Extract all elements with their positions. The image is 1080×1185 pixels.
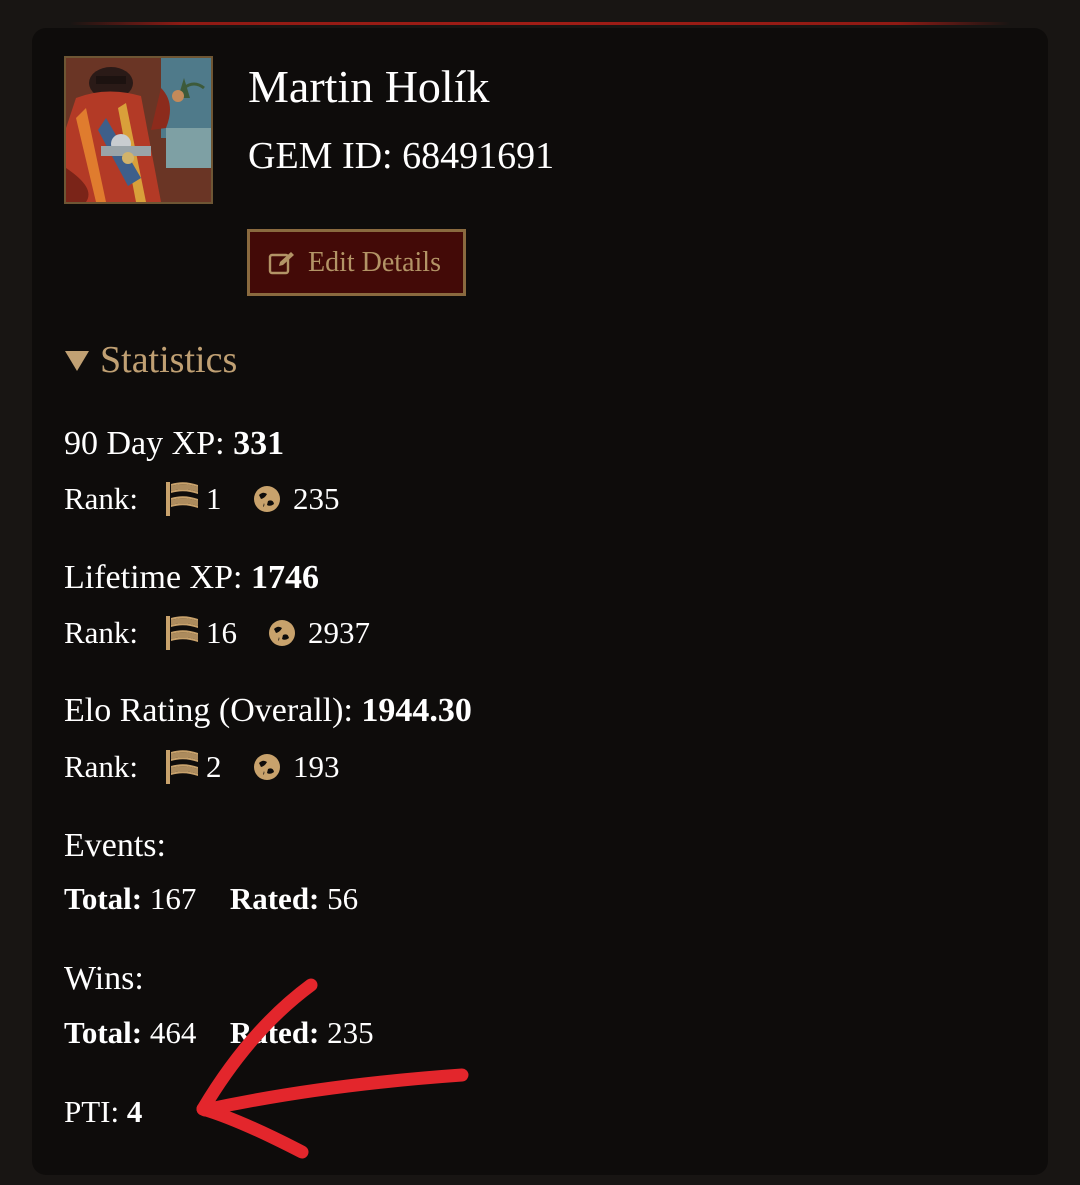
- gem-id: GEM ID: 68491691: [248, 135, 555, 177]
- rank-label: Rank:: [64, 481, 139, 516]
- wins-heading: Wins:: [64, 960, 144, 997]
- wins-total-label: Total:: [64, 1015, 143, 1050]
- statistics-heading: Statistics: [100, 339, 238, 381]
- triangle-down-icon: [64, 337, 90, 383]
- edit-details-label: Edit Details: [308, 246, 441, 278]
- globe-icon: [268, 619, 296, 647]
- xp-90-day-line: 90 Day XP: 331: [64, 424, 284, 464]
- flag-icon: [164, 480, 202, 518]
- globe-icon: [253, 753, 281, 781]
- lifetime-xp-value: 1746: [250, 559, 319, 596]
- flag-icon: [164, 614, 202, 652]
- player-name: Martin Holík: [248, 61, 490, 112]
- events-total-value: 167: [149, 881, 197, 916]
- edit-pencil-icon: [268, 250, 296, 276]
- pti-value: 4: [126, 1094, 143, 1129]
- top-accent-rule: [70, 22, 1010, 25]
- rank-label: Rank:: [64, 615, 139, 650]
- rank-global-value: 235: [293, 481, 340, 516]
- rank-label: Rank:: [64, 749, 139, 784]
- elo-line: Elo Rating (Overall): 1944.30: [64, 691, 472, 731]
- events-rated-label: Rated:: [229, 881, 320, 916]
- elo-value: 1944.30: [361, 692, 472, 729]
- lifetime-xp-label: Lifetime XP:: [64, 559, 243, 596]
- wins-counts: Total: 464 Rated: 235: [64, 1014, 374, 1052]
- rank-regional-value: 1: [206, 481, 222, 516]
- statistics-toggle[interactable]: Statistics: [64, 337, 237, 383]
- lifetime-xp-line: Lifetime XP: 1746: [64, 558, 319, 598]
- events-total-label: Total:: [64, 881, 143, 916]
- events-heading: Events:: [64, 827, 166, 864]
- edit-details-button[interactable]: Edit Details: [247, 229, 466, 296]
- elo-rank: Rank: 2 193: [64, 748, 340, 786]
- rank-regional-value: 2: [206, 749, 222, 784]
- xp-90-day-label: 90 Day XP:: [64, 425, 225, 462]
- lifetime-xp-rank: Rank: 16 2937: [64, 614, 370, 652]
- elo-label: Elo Rating (Overall):: [64, 692, 353, 729]
- wins-total-value: 464: [149, 1015, 197, 1050]
- events-counts: Total: 167 Rated: 56: [64, 880, 358, 918]
- flag-icon: [164, 748, 202, 786]
- events-rated-value: 56: [327, 881, 359, 916]
- xp-90-day-value: 331: [233, 425, 285, 462]
- rank-regional-value: 16: [206, 615, 237, 650]
- player-avatar: [64, 56, 213, 204]
- pti-line: PTI: 4: [64, 1093, 142, 1131]
- wins-rated-label: Rated:: [229, 1015, 320, 1050]
- wins-rated-value: 235: [327, 1015, 374, 1050]
- pti-label: PTI:: [64, 1094, 120, 1129]
- globe-icon: [253, 485, 281, 513]
- rank-global-value: 193: [293, 749, 340, 784]
- player-avatar-art: [66, 58, 211, 202]
- rank-global-value: 2937: [308, 615, 370, 650]
- xp-90-day-rank: Rank: 1 235: [64, 480, 340, 518]
